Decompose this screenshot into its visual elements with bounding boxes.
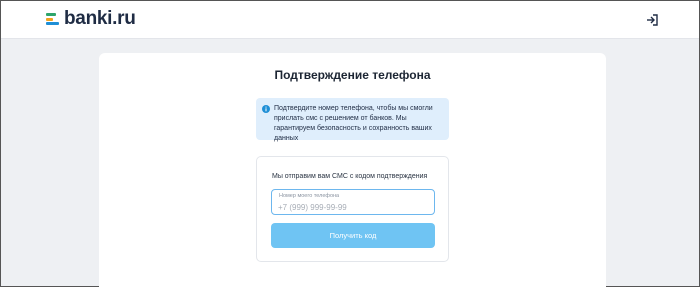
- form-caption: Мы отправим вам СМС с кодом подтверждени…: [272, 173, 428, 180]
- logo-text: banki.ru: [64, 8, 136, 29]
- top-header: banki.ru: [1, 1, 699, 39]
- info-icon: [262, 105, 270, 113]
- phone-input[interactable]: [278, 201, 428, 213]
- banki-logo[interactable]: banki.ru: [46, 9, 136, 29]
- phone-field[interactable]: Номер моего телефона: [271, 189, 435, 215]
- get-code-button[interactable]: Получить код: [271, 223, 435, 248]
- phone-field-label: Номер моего телефона: [279, 193, 340, 199]
- login-icon[interactable]: [644, 12, 660, 28]
- phone-form: Мы отправим вам СМС с кодом подтверждени…: [256, 156, 449, 262]
- info-text: Подтвердите номер телефона, чтобы мы смо…: [274, 105, 433, 142]
- phone-confirmation-card: Подтверждение телефона Подтвердите номер…: [99, 53, 606, 287]
- logo-mark-icon: [46, 11, 62, 27]
- page-title: Подтверждение телефона: [274, 68, 431, 82]
- info-notice: Подтвердите номер телефона, чтобы мы смо…: [256, 98, 449, 142]
